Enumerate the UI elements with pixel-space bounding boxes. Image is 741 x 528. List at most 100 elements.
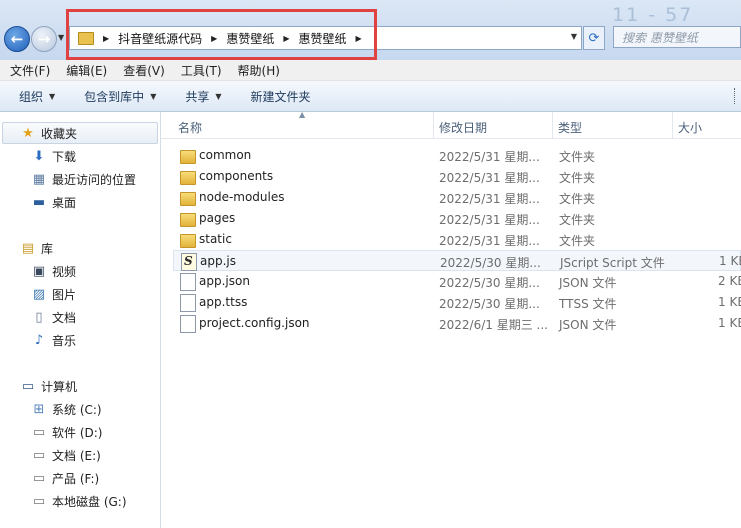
file-name: app.json [199, 274, 250, 288]
include-in-library-button[interactable]: 包含到库中 ▼ [84, 88, 156, 105]
folder-icon [180, 234, 196, 248]
navigation-pane[interactable]: ★ 收藏夹 ⬇ 下载 ▦ 最近访问的位置 ▬ 桌面 ▤ 库 ▣ 视频 ▨ 图片 … [0, 112, 161, 528]
nav-item-recent[interactable]: ▦ 最近访问的位置 [31, 169, 136, 189]
nav-label: 图片 [52, 287, 77, 302]
column-header-date[interactable]: 修改日期 [439, 119, 487, 136]
computer-icon: ▭ [21, 378, 35, 394]
file-row[interactable]: node-modules 2022/5/31 星期... 文件夹 [173, 187, 741, 208]
address-dropdown-icon[interactable]: ▼ [571, 32, 577, 41]
nav-label: 本地磁盘 (G:) [52, 494, 127, 509]
file-row[interactable]: static 2022/5/31 星期... 文件夹 [173, 229, 741, 250]
nav-label: 软件 (D:) [52, 425, 103, 440]
nav-label: 文档 (E:) [52, 448, 101, 463]
nav-item-pictures[interactable]: ▨ 图片 [31, 284, 76, 304]
script-file-icon [181, 253, 197, 271]
nav-item-drive-e[interactable]: ▭ 文档 (E:) [31, 445, 101, 465]
file-name: components [199, 169, 274, 183]
recent-pages-dropdown[interactable]: ▼ [58, 33, 64, 42]
file-name: project.config.json [199, 316, 310, 330]
menu-file[interactable]: 文件(F) [10, 62, 50, 79]
search-placeholder: 搜索 惠赞壁纸 [622, 30, 698, 45]
file-list-pane[interactable]: ▲ 名称 修改日期 类型 大小 common 2022/5/31 星期... 文… [161, 110, 741, 528]
file-type: TTSS 文件 [559, 297, 617, 311]
drive-icon: ▭ [32, 424, 46, 440]
file-row[interactable]: components 2022/5/31 星期... 文件夹 [173, 166, 741, 187]
highlight-annotation-box [66, 9, 377, 60]
refresh-button[interactable]: ⟳ [583, 26, 605, 50]
file-type: JSON 文件 [559, 318, 617, 332]
file-name: app.js [200, 254, 236, 268]
drive-icon: ▭ [32, 493, 46, 509]
nav-label: 收藏夹 [41, 126, 78, 141]
nav-libraries[interactable]: ▤ 库 [20, 238, 53, 258]
chevron-down-icon: ▼ [215, 91, 222, 101]
view-options-icon[interactable] [734, 88, 741, 104]
folder-icon [180, 171, 196, 185]
nav-item-documents[interactable]: ▯ 文档 [31, 307, 76, 327]
nav-label: 音乐 [52, 333, 77, 348]
nav-item-videos[interactable]: ▣ 视频 [31, 261, 76, 281]
file-row[interactable]: pages 2022/5/31 星期... 文件夹 [173, 208, 741, 229]
file-name: app.ttss [199, 295, 248, 309]
column-header-size[interactable]: 大小 [678, 119, 702, 136]
nav-item-drive-d[interactable]: ▭ 软件 (D:) [31, 422, 103, 442]
column-divider[interactable] [433, 112, 434, 138]
new-folder-button[interactable]: 新建文件夹 [251, 88, 311, 105]
back-button[interactable]: ← [4, 26, 30, 52]
file-icon [180, 273, 196, 291]
refresh-icon: ⟳ [588, 30, 600, 46]
arrow-left-icon: ← [10, 30, 24, 48]
menu-bar: 文件(F) 编辑(E) 查看(V) 工具(T) 帮助(H) [0, 60, 741, 81]
file-date: 2022/5/31 星期... [439, 234, 540, 248]
file-date: 2022/5/30 星期... [439, 297, 540, 311]
menu-help[interactable]: 帮助(H) [238, 62, 280, 79]
nav-item-downloads[interactable]: ⬇ 下载 [31, 146, 76, 166]
file-row[interactable]: common 2022/5/31 星期... 文件夹 [173, 145, 741, 166]
system-drive-icon: ⊞ [33, 401, 45, 417]
menu-edit[interactable]: 编辑(E) [66, 62, 107, 79]
address-area: 11 - 57 ← → ▼ ▶ 抖音壁纸源代码 ▶ 惠赞壁纸 ▶ 惠赞壁纸 ▶ … [0, 0, 741, 60]
file-row[interactable]: project.config.json 2022/6/1 星期三 ... JSO… [173, 313, 741, 334]
nav-label: 最近访问的位置 [52, 172, 137, 187]
file-date: 2022/5/31 星期... [439, 192, 540, 206]
nav-favorites[interactable]: ★ 收藏夹 [20, 123, 77, 143]
nav-label: 视频 [52, 264, 77, 279]
menu-view[interactable]: 查看(V) [123, 62, 165, 79]
nav-item-drive-c[interactable]: ⊞ 系统 (C:) [31, 399, 102, 419]
file-size: 1 KB [718, 295, 741, 309]
share-label: 共享 [185, 89, 210, 104]
menu-tools[interactable]: 工具(T) [181, 62, 222, 79]
column-header-type[interactable]: 类型 [558, 119, 582, 136]
file-row[interactable]: app.json 2022/5/30 星期... JSON 文件 2 KB [173, 271, 741, 292]
nav-item-desktop[interactable]: ▬ 桌面 [31, 192, 76, 212]
column-divider[interactable] [672, 112, 673, 138]
nav-item-music[interactable]: ♪ 音乐 [31, 330, 76, 350]
file-date: 2022/5/30 星期... [439, 276, 540, 290]
file-row-selected[interactable]: app.js 2022/5/30 星期... JScript Script 文件… [173, 250, 741, 271]
file-icon [180, 294, 196, 312]
file-date: 2022/5/31 星期... [439, 150, 540, 164]
file-row[interactable]: app.ttss 2022/5/30 星期... TTSS 文件 1 KB [173, 292, 741, 313]
forward-button[interactable]: → [31, 26, 57, 52]
share-button[interactable]: 共享 ▼ [185, 88, 221, 105]
search-input[interactable]: 搜索 惠赞壁纸 [613, 26, 741, 48]
column-headers: ▲ 名称 修改日期 类型 大小 [161, 110, 741, 139]
folder-icon [180, 213, 196, 227]
nav-item-drive-g[interactable]: ▭ 本地磁盘 (G:) [31, 491, 127, 511]
nav-computer[interactable]: ▭ 计算机 [20, 376, 77, 396]
column-divider[interactable] [552, 112, 553, 138]
desktop-icon: ▬ [32, 194, 46, 210]
download-folder-icon: ⬇ [33, 148, 45, 164]
file-size: 2 KB [718, 274, 741, 288]
nav-label: 桌面 [52, 195, 77, 210]
column-header-name[interactable]: 名称 [178, 119, 202, 136]
nav-label: 库 [41, 241, 54, 256]
file-name: node-modules [199, 190, 285, 204]
file-date: 2022/6/1 星期三 ... [439, 318, 548, 332]
include-in-library-label: 包含到库中 [84, 89, 145, 104]
picture-icon: ▨ [32, 286, 46, 302]
nav-item-drive-f[interactable]: ▭ 产品 (F:) [31, 468, 99, 488]
chevron-down-icon: ▼ [150, 91, 157, 101]
organize-button[interactable]: 组织 ▼ [19, 88, 55, 105]
file-type: 文件夹 [559, 192, 596, 206]
